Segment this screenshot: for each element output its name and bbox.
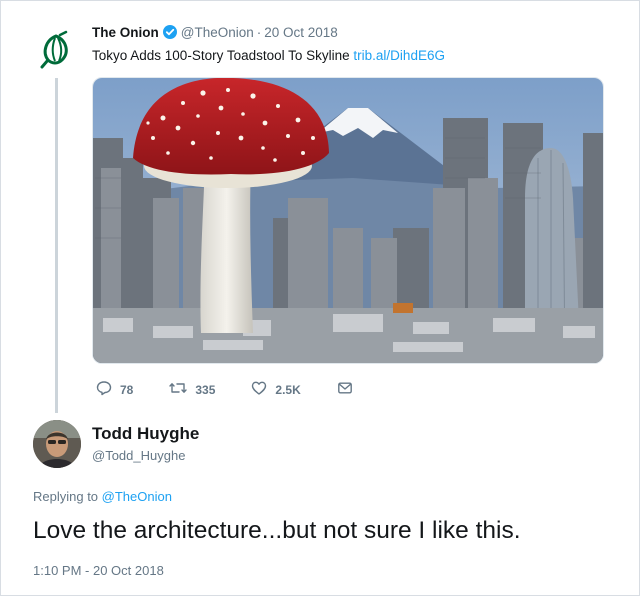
retweet-count: 335 bbox=[195, 382, 216, 397]
like-action[interactable]: 2.5K bbox=[251, 380, 301, 399]
reply-author-name[interactable]: Todd Huyghe bbox=[92, 424, 199, 444]
tweet-image[interactable] bbox=[92, 77, 604, 364]
like-icon bbox=[251, 380, 275, 399]
reply-count: 78 bbox=[120, 382, 134, 397]
replying-prefix: Replying to bbox=[33, 489, 99, 504]
replying-to: Replying to @TheOnion bbox=[33, 489, 172, 504]
reply-timestamp[interactable]: 1:10 PM - 20 Oct 2018 bbox=[33, 563, 164, 578]
author-name[interactable]: The Onion bbox=[92, 25, 159, 40]
author-handle[interactable]: @TheOnion bbox=[181, 25, 254, 40]
reply-icon bbox=[96, 380, 120, 399]
tweet-text: Tokyo Adds 100-Story Toadstool To Skylin… bbox=[92, 48, 445, 63]
tweet-header: The Onion @TheOnion · 20 Oct 2018 bbox=[92, 25, 338, 42]
verified-badge-icon bbox=[162, 25, 177, 42]
separator: · bbox=[256, 25, 262, 40]
tweet-actions: 78 335 2.5K bbox=[96, 380, 397, 399]
retweet-action[interactable]: 335 bbox=[169, 380, 215, 399]
dm-icon bbox=[337, 380, 361, 399]
thread-line bbox=[55, 78, 58, 413]
reply-action[interactable]: 78 bbox=[96, 380, 133, 399]
reply-author-handle[interactable]: @Todd_Huyghe bbox=[92, 448, 185, 463]
tweet-link[interactable]: trib.al/DihdE6G bbox=[353, 48, 445, 63]
tweet-body: Tokyo Adds 100-Story Toadstool To Skylin… bbox=[92, 48, 350, 63]
tweet-date[interactable]: 20 Oct 2018 bbox=[264, 25, 338, 40]
replying-to-link[interactable]: @TheOnion bbox=[102, 489, 172, 504]
retweet-icon bbox=[169, 380, 195, 399]
dm-action[interactable] bbox=[337, 380, 361, 399]
onion-logo-icon[interactable] bbox=[36, 30, 76, 70]
reply-text: Love the architecture...but not sure I l… bbox=[33, 517, 521, 544]
like-count: 2.5K bbox=[275, 382, 301, 397]
avatar[interactable] bbox=[33, 420, 81, 468]
